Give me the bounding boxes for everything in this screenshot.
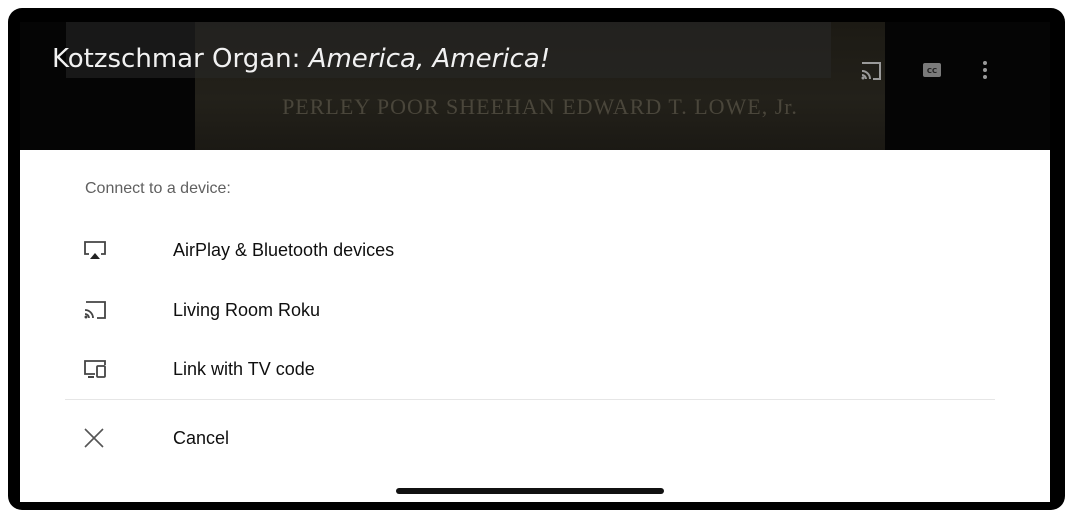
living-room-roku-option[interactable]: Living Room Roku <box>65 285 1005 335</box>
video-title-plain: Kotzschmar Organ: <box>52 44 309 74</box>
close-icon <box>65 424 143 452</box>
link-tv-code-label: Link with TV code <box>173 358 315 379</box>
video-title: Kotzschmar Organ: America, America! <box>52 44 550 74</box>
tv-code-icon <box>65 355 143 383</box>
home-indicator <box>396 488 664 494</box>
sheet-header: Connect to a device: <box>85 180 231 197</box>
airplay-bluetooth-label: AirPlay & Bluetooth devices <box>173 239 395 260</box>
poster-credits: PERLEY POOR SHEEHAN EDWARD T. LOWE, Jr. <box>282 94 798 119</box>
divider <box>65 399 995 400</box>
more-options-icon[interactable] <box>982 60 988 85</box>
cast-icon <box>65 296 143 324</box>
video-title-italic: America, America! <box>308 44 551 74</box>
cast-icon[interactable] <box>860 62 882 85</box>
connect-device-sheet: Connect to a device: AirPlay & Bluetooth… <box>20 150 1050 502</box>
link-tv-code-option[interactable]: Link with TV code <box>65 344 1005 394</box>
captions-icon[interactable]: CC <box>922 62 942 83</box>
cancel-button[interactable]: Cancel <box>65 413 1005 463</box>
airplay-bluetooth-option[interactable]: AirPlay & Bluetooth devices <box>65 225 1005 275</box>
living-room-roku-label: Living Room Roku <box>173 299 321 320</box>
airplay-icon <box>65 236 143 264</box>
svg-text:CC: CC <box>927 67 937 75</box>
cancel-label: Cancel <box>173 427 230 448</box>
video-player[interactable]: PERLEY POOR SHEEHAN EDWARD T. LOWE, Jr. … <box>20 22 1050 150</box>
